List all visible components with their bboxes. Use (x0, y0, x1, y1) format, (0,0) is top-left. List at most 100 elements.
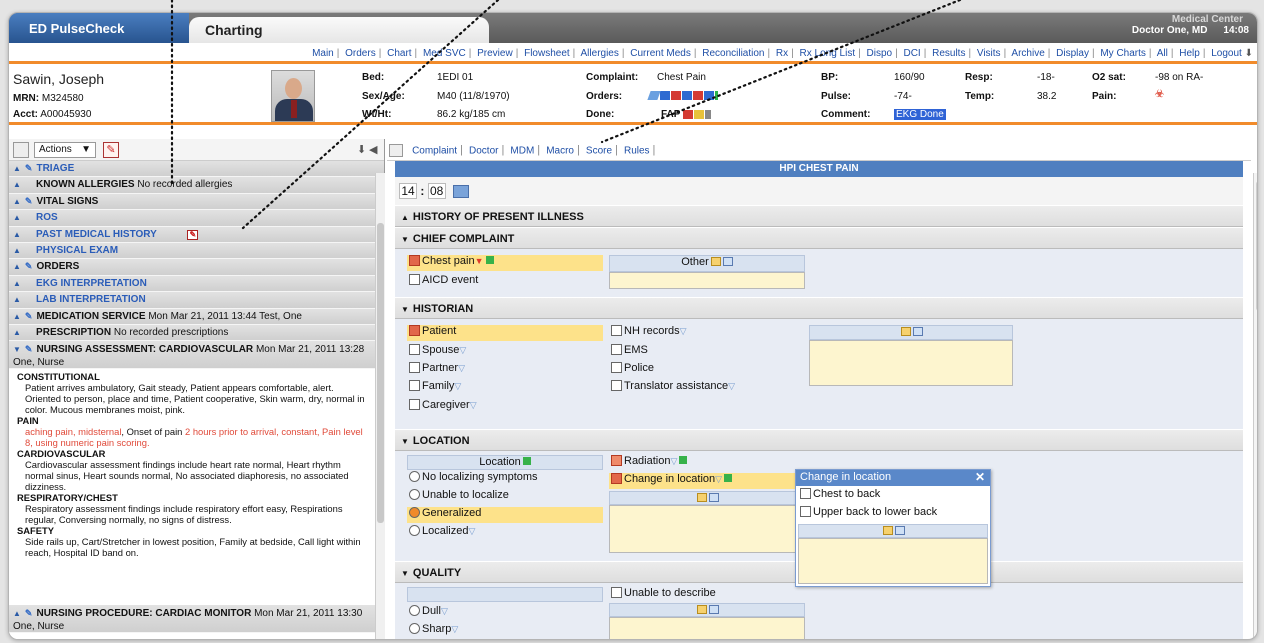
list-view-icon[interactable] (13, 142, 29, 158)
section-triage[interactable]: ▲ ✎ TRIAGE (9, 161, 384, 178)
lock-icon[interactable]: ⬇ (1245, 48, 1253, 59)
nh-records-checkbox[interactable]: NH records▽ (609, 325, 687, 341)
translator-checkbox[interactable]: Translator assistance▽ (609, 380, 735, 396)
section-physical-exam[interactable]: ▲ PHYSICAL EXAM (9, 242, 384, 260)
nav-dispo[interactable]: Dispo (867, 48, 893, 59)
nav-dci[interactable]: DCI (903, 48, 920, 59)
left-scrollbar[interactable] (375, 173, 385, 639)
change-in-location-checkbox[interactable]: Change in location▽ (609, 473, 805, 489)
tab-rules[interactable]: Rules (624, 145, 650, 156)
location-notes-textbox[interactable] (609, 505, 805, 553)
pain-figure-icon[interactable]: ☣ (1155, 89, 1164, 100)
section-chief-complaint[interactable]: ▼ CHIEF COMPLAINT (395, 227, 1243, 249)
chest-pain-checkbox[interactable]: Chest pain▼ (407, 255, 603, 271)
section-lab-interpretation[interactable]: ▲ LAB INTERPRETATION (9, 292, 384, 309)
localized-radio[interactable]: Localized▽ (407, 525, 475, 541)
unable-to-localize-radio[interactable]: Unable to localize (407, 489, 509, 505)
nav-orders[interactable]: Orders (345, 48, 376, 59)
hour-input[interactable]: 14 (399, 183, 417, 199)
unable-to-describe-checkbox[interactable]: Unable to describe (609, 587, 716, 603)
quality-notes-textbox[interactable] (609, 617, 805, 639)
tab-doctor[interactable]: Doctor (469, 145, 498, 156)
done-value[interactable]: FAP (661, 109, 712, 120)
nav-preview[interactable]: Preview (477, 48, 513, 59)
history-book-icon[interactable]: ✎ (187, 229, 199, 240)
nav-logout[interactable]: Logout (1211, 48, 1242, 59)
nav-display[interactable]: Display (1056, 48, 1089, 59)
section-nursing-procedure[interactable]: ▲ ✎ NURSING PROCEDURE: CARDIAC MONITOR Mon… (9, 605, 384, 634)
brand-tab[interactable]: ED PulseCheck (9, 13, 189, 43)
tab-score[interactable]: Score (586, 145, 612, 156)
order-status-icons[interactable] (647, 90, 719, 101)
chest-to-back-checkbox[interactable]: Chest to back (798, 488, 880, 504)
location-notes-header (609, 491, 805, 505)
save-icon (913, 327, 923, 336)
section-vital-signs[interactable]: ▲ ✎ VITAL SIGNS (9, 193, 384, 211)
radiation-checkbox[interactable]: Radiation▽ (609, 455, 688, 471)
nav-rx-long-list[interactable]: Rx Long List (800, 48, 856, 59)
close-icon[interactable]: ✕ (975, 470, 985, 484)
police-checkbox[interactable]: Police (609, 362, 654, 378)
tab-complaint[interactable]: Complaint (412, 145, 457, 156)
historian-notes-textbox[interactable] (809, 340, 1013, 386)
collapse-down-icon[interactable]: ⬇ (357, 143, 366, 156)
tab-macro[interactable]: Macro (546, 145, 574, 156)
section-history-present-illness[interactable]: ▲ HISTORY OF PRESENT ILLNESS (395, 205, 1243, 227)
comment-value[interactable]: EKG Done (894, 109, 946, 120)
misc-order-icon (704, 90, 714, 100)
edit-note-icon[interactable]: ✎ (103, 142, 119, 158)
no-localizing-radio[interactable]: No localizing symptoms (407, 471, 538, 487)
nav-med-svc[interactable]: Med SVC (423, 48, 466, 59)
wtht-value: 86.2 kg/185 cm (437, 109, 506, 120)
nav-results[interactable]: Results (932, 48, 965, 59)
section-location[interactable]: ▼ LOCATION (395, 429, 1243, 451)
calendar-icon[interactable] (453, 185, 470, 199)
ems-checkbox[interactable]: EMS (609, 344, 648, 360)
tab-mdm[interactable]: MDM (510, 145, 534, 156)
collapse-left-icon[interactable]: ◀ (369, 143, 377, 156)
nav-my-charts[interactable]: My Charts (1100, 48, 1146, 59)
nav-archive[interactable]: Archive (1011, 48, 1044, 59)
patient-checkbox[interactable]: Patient (407, 325, 603, 341)
rad-order-icon (671, 90, 681, 100)
minute-input[interactable]: 08 (427, 183, 446, 199)
section-nursing-assessment[interactable]: ▼ ✎ NURSING ASSESSMENT: CARDIOVASCULAR Mon… (9, 341, 384, 370)
nav-chart[interactable]: Chart (387, 48, 411, 59)
nav-allergies[interactable]: Allergies (581, 48, 619, 59)
user-info: Doctor One, MD 14:08 (1116, 25, 1249, 36)
other-textbox[interactable] (609, 272, 805, 289)
generalized-radio[interactable]: Generalized (407, 507, 603, 523)
section-prescription[interactable]: ▲ PRESCRIPTION No recorded prescriptions (9, 324, 384, 342)
main-scrollbar[interactable] (1253, 173, 1257, 639)
menu-icon[interactable] (389, 144, 403, 157)
section-known-allergies[interactable]: ▲ KNOWN ALLERGIES No recorded allergies (9, 177, 384, 194)
nav-all[interactable]: All (1157, 48, 1168, 59)
section-past-medical-history[interactable]: ▲ PAST MEDICAL HISTORY ✎ (9, 226, 384, 243)
nav-main[interactable]: Main (312, 48, 334, 59)
nav-current-meds[interactable]: Current Meds (630, 48, 691, 59)
historian-notes-header (809, 325, 1013, 340)
nav-rx[interactable]: Rx (776, 48, 788, 59)
actions-dropdown[interactable]: Actions ▼ (34, 142, 96, 158)
section-medication-service[interactable]: ▲ ✎ MEDICATION SERVICE Mon Mar 21, 2011 13… (9, 308, 384, 325)
section-ros[interactable]: ▲ ROS (9, 210, 384, 227)
sharp-radio[interactable]: Sharp▽ (407, 623, 458, 639)
nav-visits[interactable]: Visits (977, 48, 1001, 59)
nav-help[interactable]: Help (1179, 48, 1200, 59)
caregiver-checkbox[interactable]: Caregiver▽ (407, 399, 477, 415)
nav-reconciliation[interactable]: Reconciliation (702, 48, 764, 59)
partner-checkbox[interactable]: Partner▽ (407, 362, 465, 378)
dull-radio[interactable]: Dull▽ (407, 605, 448, 621)
section-historian[interactable]: ▼ HISTORIAN (395, 297, 1243, 319)
nav-flowsheet[interactable]: Flowsheet (524, 48, 570, 59)
aicd-event-checkbox[interactable]: AICD event (407, 274, 478, 290)
charting-tab[interactable]: Charting (189, 17, 489, 43)
section-orders[interactable]: ▲ ✎ ORDERS (9, 259, 384, 276)
done-label: Done: (586, 109, 615, 120)
popup-notes-textbox[interactable] (798, 538, 988, 584)
patient-mrn: MRN: M324580 (13, 93, 84, 104)
family-checkbox[interactable]: Family▽ (407, 380, 461, 396)
upper-to-lower-back-checkbox[interactable]: Upper back to lower back (798, 506, 937, 522)
spouse-checkbox[interactable]: Spouse▽ (407, 344, 466, 360)
section-ekg-interpretation[interactable]: ▲ EKG INTERPRETATION (9, 275, 384, 293)
